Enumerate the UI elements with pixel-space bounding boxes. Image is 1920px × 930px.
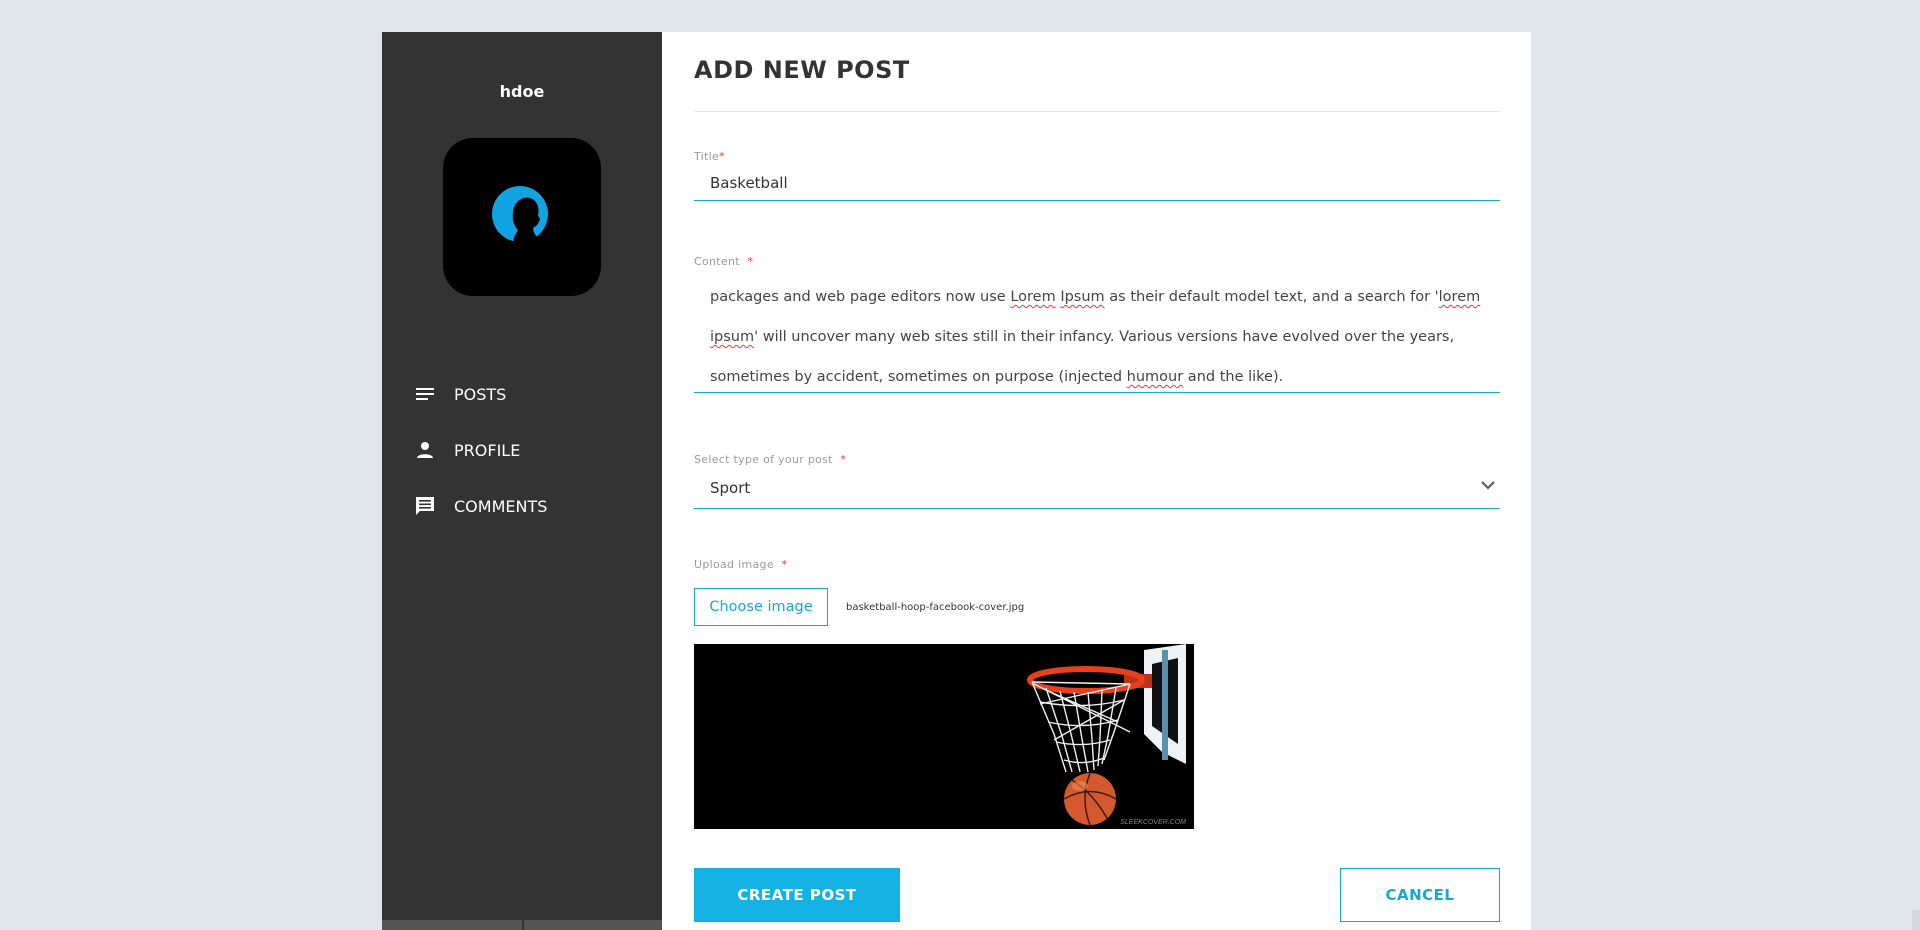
create-post-button[interactable]: CREATE POST: [694, 868, 900, 922]
upload-label: Upload image *: [694, 558, 788, 571]
sidebar: hdoe POSTS PROFILE COMMENTS: [382, 32, 662, 930]
selected-file-name: basketball-hoop-facebook-cover.jpg: [846, 602, 1025, 613]
sidebar-item-label: COMMENTS: [454, 496, 548, 516]
content-textarea-underline: [694, 392, 1500, 393]
sidebar-item-comments[interactable]: COMMENTS: [382, 478, 662, 534]
main-card: hdoe POSTS PROFILE COMMENTS ADD NEW POST…: [382, 32, 1531, 930]
sidebar-item-profile[interactable]: PROFILE: [382, 422, 662, 478]
sidebar-item-label: POSTS: [454, 384, 507, 404]
user-silhouette-icon: [492, 186, 548, 250]
divider: [694, 111, 1500, 112]
window-resize-handle[interactable]: [1912, 910, 1920, 930]
person-icon: [414, 439, 436, 461]
chevron-down-icon[interactable]: [1480, 480, 1496, 490]
content-label: Content *: [694, 255, 754, 268]
avatar: [443, 138, 601, 296]
sidebar-scrollbar[interactable]: [382, 920, 662, 930]
sidebar-username: hdoe: [499, 82, 545, 101]
content-textarea[interactable]: packages and web page editors now use Lo…: [710, 277, 1490, 397]
sidebar-item-label: PROFILE: [454, 440, 521, 460]
cancel-button[interactable]: CANCEL: [1340, 868, 1500, 922]
type-label: Select type of your post *: [694, 453, 847, 466]
list-icon: [414, 383, 436, 405]
basketball-hoop-image: SLEEKCOVER.COM: [694, 644, 1194, 829]
page-title: ADD NEW POST: [694, 56, 910, 84]
image-preview: SLEEKCOVER.COM: [694, 644, 1194, 829]
sidebar-nav: POSTS PROFILE COMMENTS: [382, 366, 662, 534]
title-input-underline: [694, 200, 1500, 201]
title-input[interactable]: Basketball: [710, 174, 788, 192]
image-watermark: SLEEKCOVER.COM: [1120, 819, 1186, 826]
sidebar-item-posts[interactable]: POSTS: [382, 366, 662, 422]
post-type-select[interactable]: Sport: [710, 479, 750, 497]
title-label: Title*: [694, 150, 725, 163]
choose-image-button[interactable]: Choose image: [694, 588, 828, 626]
post-type-select-underline: [694, 508, 1500, 509]
comment-icon: [414, 495, 436, 517]
